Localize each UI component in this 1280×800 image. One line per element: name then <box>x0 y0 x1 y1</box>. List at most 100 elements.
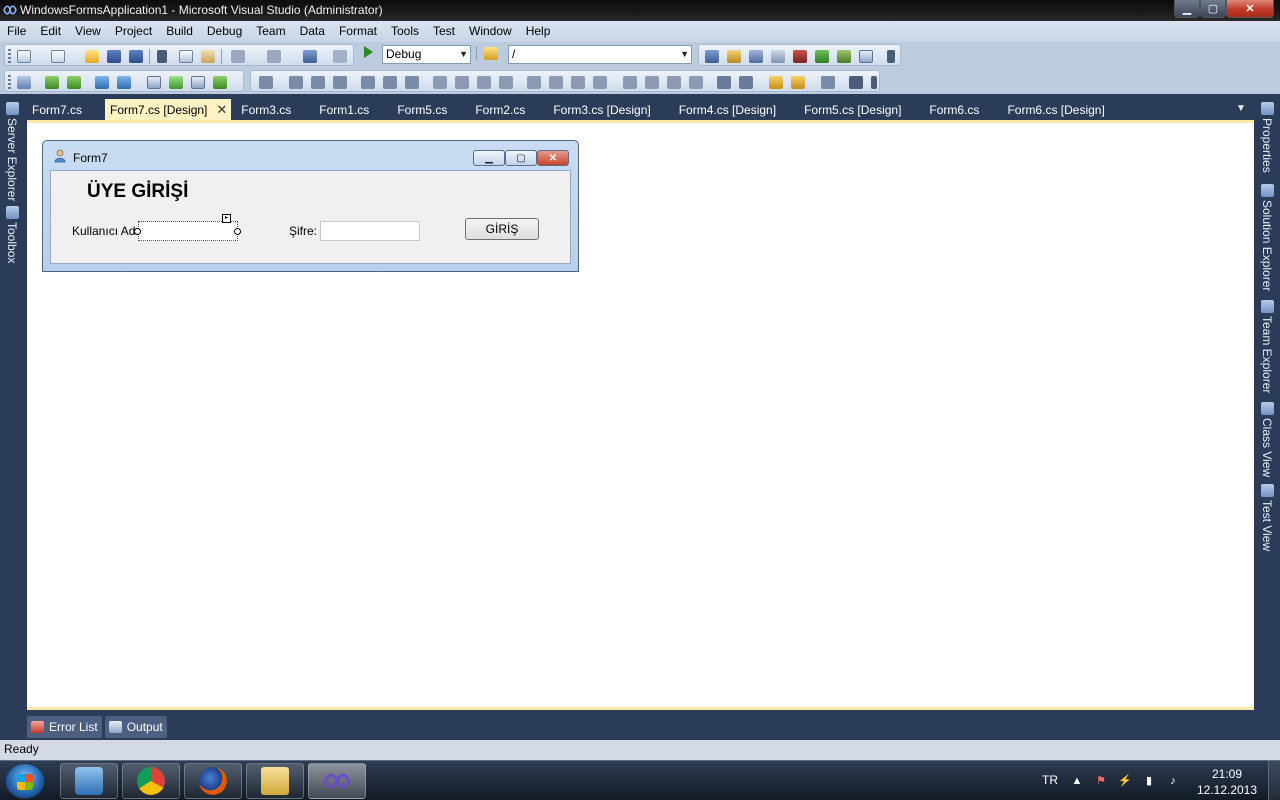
form-close-button[interactable]: ✕ <box>537 150 569 166</box>
add-item-icon[interactable] <box>51 50 65 63</box>
align-bottoms-icon[interactable] <box>405 76 419 89</box>
test-view-tab[interactable]: Test View <box>1258 484 1276 551</box>
properties-window-icon[interactable] <box>727 50 741 63</box>
menu-team[interactable]: Team <box>249 21 292 42</box>
menu-format[interactable]: Format <box>332 21 384 42</box>
taskbar-media-player[interactable] <box>60 763 118 799</box>
lock-controls-icon[interactable] <box>849 76 863 89</box>
toolbar-overflow-icon[interactable] <box>887 50 895 63</box>
align-to-grid-icon[interactable] <box>259 76 273 89</box>
properties-tab[interactable]: Properties <box>1258 102 1276 173</box>
action-center-icon[interactable]: ⚑ <box>1094 774 1108 788</box>
solution-explorer-tab[interactable]: Solution Explorer <box>1258 184 1276 291</box>
menu-debug[interactable]: Debug <box>200 21 249 42</box>
remove-vertical-spacing-icon[interactable] <box>689 76 703 89</box>
align-tops-icon[interactable] <box>361 76 375 89</box>
tab-form2-cs[interactable]: Form2.cs <box>470 99 530 121</box>
align-lefts-icon[interactable] <box>289 76 303 89</box>
username-textbox[interactable] <box>138 221 238 241</box>
tab-form4-design[interactable]: Form4.cs [Design] <box>674 99 781 121</box>
align-middles-icon[interactable] <box>383 76 397 89</box>
send-to-back-icon[interactable] <box>791 76 805 89</box>
menu-project[interactable]: Project <box>108 21 159 42</box>
error-list-tab[interactable]: Error List <box>27 716 102 738</box>
toolbar-grip[interactable] <box>8 75 11 89</box>
tools-icon[interactable] <box>793 50 807 63</box>
show-hidden-icons-icon[interactable]: ▲ <box>1070 774 1084 788</box>
minimize-button[interactable]: ▁ <box>1174 0 1200 18</box>
solution-explorer-icon[interactable] <box>705 50 719 63</box>
center-vertically-icon[interactable] <box>739 76 753 89</box>
make-same-size-icon[interactable] <box>477 76 491 89</box>
menu-edit[interactable]: Edit <box>33 21 68 42</box>
taskbar-explorer[interactable] <box>246 763 304 799</box>
object-browser-icon[interactable] <box>749 50 763 63</box>
data-preview-icon[interactable] <box>67 76 81 89</box>
smart-tag-icon[interactable]: ▸ <box>222 214 231 223</box>
form-minimize-button[interactable]: ▁ <box>473 150 505 166</box>
tab-form5-cs[interactable]: Form5.cs <box>392 99 452 121</box>
save-icon[interactable] <box>107 50 121 63</box>
form7-designer-window[interactable]: Form7 ▁ ▢ ✕ ÜYE GİRİŞİ Kullanıcı Adı: ▸ … <box>42 140 579 272</box>
tab-order-icon[interactable] <box>821 76 835 89</box>
maximize-button[interactable]: ▢ <box>1200 0 1226 18</box>
undo-icon[interactable] <box>231 50 245 63</box>
bring-to-front-icon[interactable] <box>769 76 783 89</box>
input-language[interactable]: TR <box>1042 773 1058 787</box>
volume-icon[interactable]: ♪ <box>1166 774 1180 788</box>
find-combo[interactable]: / ▼ <box>508 45 692 64</box>
cut-icon[interactable] <box>157 50 167 63</box>
menu-tools[interactable]: Tools <box>384 21 426 42</box>
open-file-icon[interactable] <box>85 50 99 63</box>
new-project-icon[interactable] <box>17 50 31 63</box>
taskbar-firefox[interactable] <box>184 763 242 799</box>
find-in-files-icon[interactable] <box>484 47 498 60</box>
align-rights-icon[interactable] <box>333 76 347 89</box>
form-client-area[interactable]: ÜYE GİRİŞİ Kullanıcı Adı: ▸ Şifre: GİRİŞ <box>50 170 571 264</box>
redo-icon[interactable] <box>267 50 281 63</box>
menu-file[interactable]: File <box>0 21 33 42</box>
add-query-icon[interactable] <box>95 76 109 89</box>
menu-view[interactable]: View <box>68 21 108 42</box>
increase-horizontal-spacing-icon[interactable] <box>549 76 563 89</box>
size-to-grid-icon[interactable] <box>499 76 513 89</box>
server-explorer-tab[interactable]: Server Explorer <box>3 102 21 201</box>
toolbox-tab[interactable]: Toolbox <box>3 206 21 263</box>
decrease-horizontal-spacing-icon[interactable] <box>571 76 585 89</box>
add-data-source-icon[interactable] <box>169 76 183 89</box>
output-tab[interactable]: Output <box>104 716 167 738</box>
tab-form1-cs[interactable]: Form1.cs <box>314 99 374 121</box>
data-sources-icon[interactable] <box>17 76 31 89</box>
navigate-backward-icon[interactable] <box>303 50 317 63</box>
schema-icon[interactable] <box>147 76 161 89</box>
tab-form7-cs[interactable]: Form7.cs <box>27 99 87 121</box>
password-textbox[interactable] <box>320 221 420 241</box>
resize-handle-left[interactable] <box>134 228 141 235</box>
menu-data[interactable]: Data <box>293 21 332 42</box>
copy-icon[interactable] <box>179 50 193 63</box>
close-tab-icon[interactable]: ✕ <box>216 99 227 121</box>
resize-handle-right[interactable] <box>234 228 241 235</box>
active-files-menu-icon[interactable]: ▼ <box>1236 103 1246 114</box>
tab-form3-design[interactable]: Form3.cs [Design] <box>548 99 655 121</box>
login-button[interactable]: GİRİŞ <box>465 218 539 240</box>
taskbar-chrome[interactable] <box>122 763 180 799</box>
menu-help[interactable]: Help <box>519 21 558 42</box>
center-horizontally-icon[interactable] <box>717 76 731 89</box>
validate-icon[interactable] <box>213 76 227 89</box>
power-icon[interactable]: ⚡ <box>1118 774 1132 788</box>
grid-view-icon[interactable] <box>191 76 205 89</box>
show-desktop-button[interactable] <box>1268 761 1280 800</box>
toolbar-grip[interactable] <box>8 49 11 63</box>
menu-test[interactable]: Test <box>426 21 462 42</box>
navigate-forward-icon[interactable] <box>333 50 347 63</box>
add-table-icon[interactable] <box>117 76 131 89</box>
decrease-vertical-spacing-icon[interactable] <box>667 76 681 89</box>
command-window-icon[interactable] <box>859 50 873 63</box>
tab-form6-cs[interactable]: Form6.cs <box>924 99 984 121</box>
solution-configuration-select[interactable]: Debug ▼ <box>382 45 471 64</box>
class-view-icon[interactable] <box>837 50 851 63</box>
data-refresh-icon[interactable] <box>45 76 59 89</box>
make-same-height-icon[interactable] <box>455 76 469 89</box>
tab-form6-design[interactable]: Form6.cs [Design] <box>1002 99 1109 121</box>
